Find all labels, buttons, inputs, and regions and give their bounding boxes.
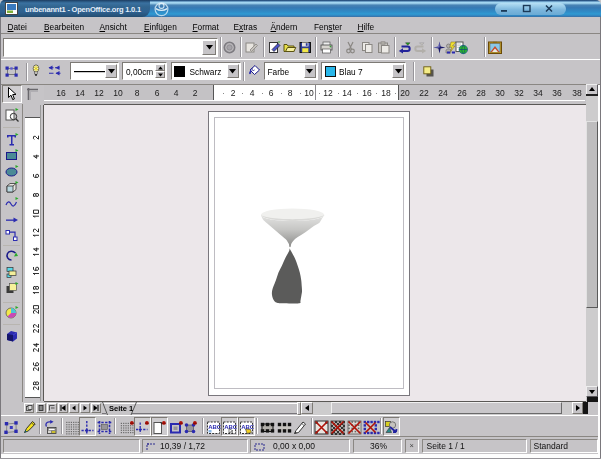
svg-text:ABC: ABC xyxy=(224,424,238,430)
svg-text:ABC: ABC xyxy=(208,424,222,430)
